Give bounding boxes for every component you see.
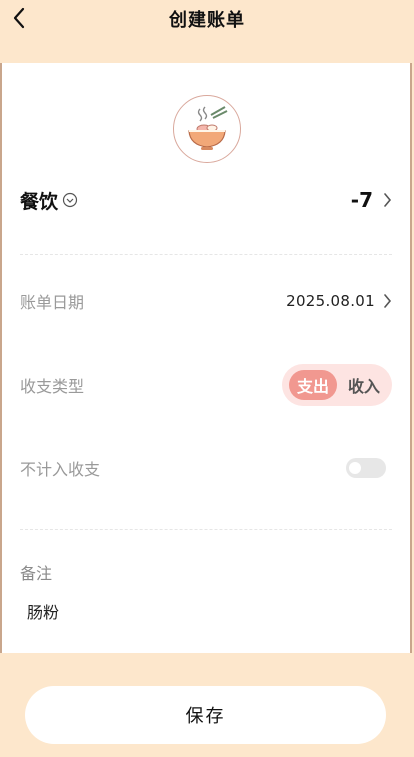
exclude-label: 不计入收支 [20, 460, 101, 479]
chevron-right-icon [384, 193, 392, 207]
noodle-bowl-icon [188, 106, 228, 150]
date-row[interactable]: 账单日期 2025.08.01 [20, 286, 392, 316]
note-label: 备注 [20, 564, 53, 583]
chevron-down-circle-icon [62, 192, 78, 208]
expense-option[interactable]: 支出 [289, 370, 337, 400]
amount-value: -7 [350, 188, 373, 212]
bill-form-card: 餐饮 -7 账单日期 2025.08.01 收支类型 支出 收入 不计入收支 备… [0, 63, 412, 653]
income-expense-toggle[interactable]: 支出 收入 [282, 364, 392, 406]
note-input[interactable]: 肠粉 [27, 599, 59, 623]
category-name: 餐饮 [20, 190, 59, 213]
exclude-row: 不计入收支 [20, 453, 392, 483]
exclude-switch[interactable] [346, 458, 386, 478]
divider [20, 254, 392, 255]
top-bar: 创建账单 [0, 0, 414, 62]
category-row[interactable]: 餐饮 -7 [20, 185, 392, 215]
type-row: 收支类型 支出 收入 [20, 364, 392, 406]
save-button[interactable]: 保存 [25, 686, 386, 744]
type-label: 收支类型 [20, 377, 85, 396]
date-value: 2025.08.01 [286, 292, 375, 310]
chevron-right-icon [384, 294, 392, 308]
date-label: 账单日期 [20, 293, 85, 312]
divider [20, 529, 392, 530]
switch-knob [349, 462, 361, 474]
category-icon-circle[interactable] [173, 95, 241, 163]
income-option[interactable]: 收入 [342, 370, 386, 400]
page-title: 创建账单 [169, 10, 245, 31]
